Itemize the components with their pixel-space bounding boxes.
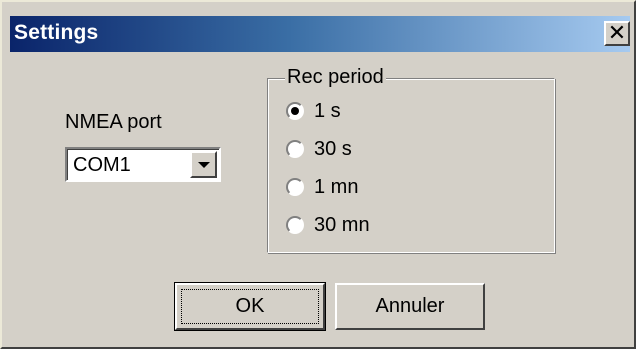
nmea-port-select[interactable]: COM1 (65, 147, 221, 182)
radio-option-1mn[interactable]: 1 mn (286, 175, 358, 199)
rec-period-group: Rec period 1 s 30 s 1 mn 30 mn (267, 66, 555, 253)
radio-option-1s[interactable]: 1 s (286, 99, 341, 123)
title-bar[interactable]: Settings ✕ (10, 16, 630, 52)
dialog-title: Settings (14, 21, 99, 44)
radio-button[interactable] (286, 216, 304, 234)
radio-button[interactable] (286, 178, 304, 196)
close-button[interactable]: ✕ (604, 21, 630, 46)
nmea-port-label: NMEA port (65, 111, 162, 133)
ok-button[interactable]: OK (174, 282, 326, 331)
nmea-port-value: COM1 (73, 154, 131, 176)
cancel-button[interactable]: Annuler (335, 283, 485, 330)
cancel-button-label: Annuler (375, 295, 445, 317)
radio-selected-dot (291, 107, 299, 115)
radio-option-30s[interactable]: 30 s (286, 137, 352, 161)
radio-label: 30 s (314, 137, 352, 160)
chevron-down-icon (198, 162, 210, 168)
dropdown-button[interactable] (190, 151, 217, 178)
settings-dialog: Settings ✕ NMEA port COM1 Rec period 1 s… (0, 0, 636, 349)
radio-label: 30 mn (314, 213, 370, 236)
close-icon: ✕ (607, 20, 627, 46)
radio-button[interactable] (286, 140, 304, 158)
rec-period-legend: Rec period (285, 66, 386, 89)
radio-option-30mn[interactable]: 30 mn (286, 213, 370, 237)
focus-rectangle (181, 289, 319, 324)
radio-label: 1 s (314, 99, 341, 122)
radio-button[interactable] (286, 102, 304, 120)
radio-label: 1 mn (314, 175, 359, 198)
